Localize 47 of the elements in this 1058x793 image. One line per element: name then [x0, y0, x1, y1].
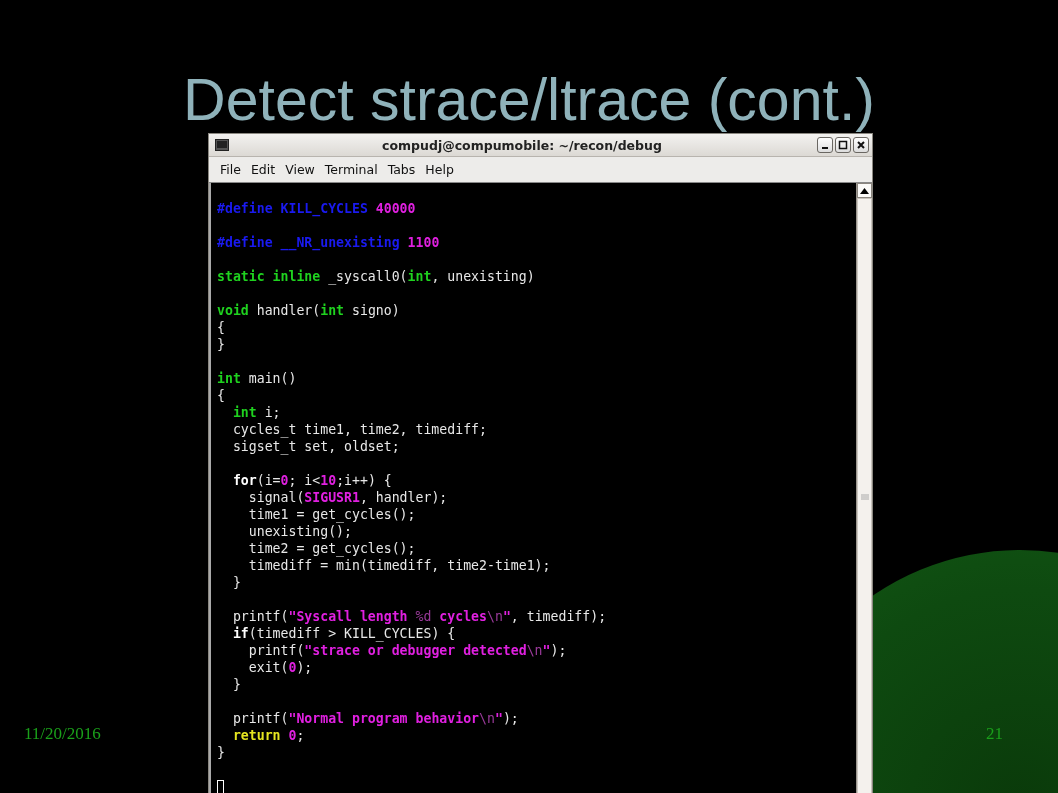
code-line: signal(SIGUSR1, handler);	[247, 489, 448, 506]
close-button[interactable]	[853, 137, 869, 153]
code-line: timediff = min(timediff, time2-time1);	[247, 557, 551, 574]
code-line: int i;	[231, 404, 281, 421]
code-line: #define __NR_unexisting 1100	[217, 234, 440, 251]
code-line: printf("strace or debugger detected\n");	[247, 642, 567, 659]
code-line: int main()	[217, 370, 297, 387]
text-cursor	[217, 780, 224, 793]
code-line: for(i=0; i<10;i++) {	[231, 472, 392, 489]
menu-item[interactable]: Edit	[245, 160, 281, 179]
code-line: if(timediff > KILL_CYCLES) {	[231, 625, 456, 642]
menu-item[interactable]: Help	[420, 160, 459, 179]
terminal-icon	[215, 139, 229, 151]
code-line: {	[217, 319, 225, 336]
code-line: printf("Normal program behavior\n");	[231, 710, 519, 727]
code-line: unexisting();	[247, 523, 352, 540]
maximize-icon	[838, 140, 848, 150]
code-line: }	[231, 676, 241, 693]
code-line: }	[231, 574, 241, 591]
code-line: static inline _syscall0(int, unexisting)	[217, 268, 535, 285]
code-line: #define KILL_CYCLES 40000	[217, 200, 416, 217]
menu-item[interactable]: View	[280, 160, 320, 179]
slide-date: 11/20/2016	[24, 724, 101, 744]
maximize-button[interactable]	[835, 137, 851, 153]
code-line: {	[217, 387, 225, 404]
page-number: 21	[986, 724, 1003, 744]
minimize-button[interactable]	[817, 137, 833, 153]
code-line: time2 = get_cycles();	[247, 540, 416, 557]
slide-title: Detect strace/ltrace (cont.)	[183, 66, 875, 133]
menu-item[interactable]: Terminal	[319, 160, 383, 179]
code-line: exit(0);	[247, 659, 313, 676]
up-arrow-icon	[860, 187, 869, 194]
code-line: return 0;	[231, 727, 305, 744]
code-line: sigset_t set, oldset;	[231, 438, 400, 455]
window-title: compudj@compumobile: ~/recon/debug	[381, 137, 663, 153]
scroll-up-button[interactable]	[857, 183, 872, 198]
code-line: time1 = get_cycles();	[247, 506, 416, 523]
menu-item[interactable]: File	[215, 160, 246, 179]
code-line: }	[217, 744, 225, 761]
code-line: void handler(int signo)	[217, 302, 400, 319]
code-line: printf("Syscall length %d cycles\n", timediff);	[231, 608, 607, 625]
code-line: }	[217, 336, 225, 353]
grip-icon	[860, 493, 869, 500]
close-icon	[856, 140, 866, 150]
minimize-icon	[822, 147, 828, 149]
code-line: cycles_t time1, time2, timediff;	[231, 421, 487, 438]
menu-item[interactable]: Tabs	[382, 160, 421, 179]
